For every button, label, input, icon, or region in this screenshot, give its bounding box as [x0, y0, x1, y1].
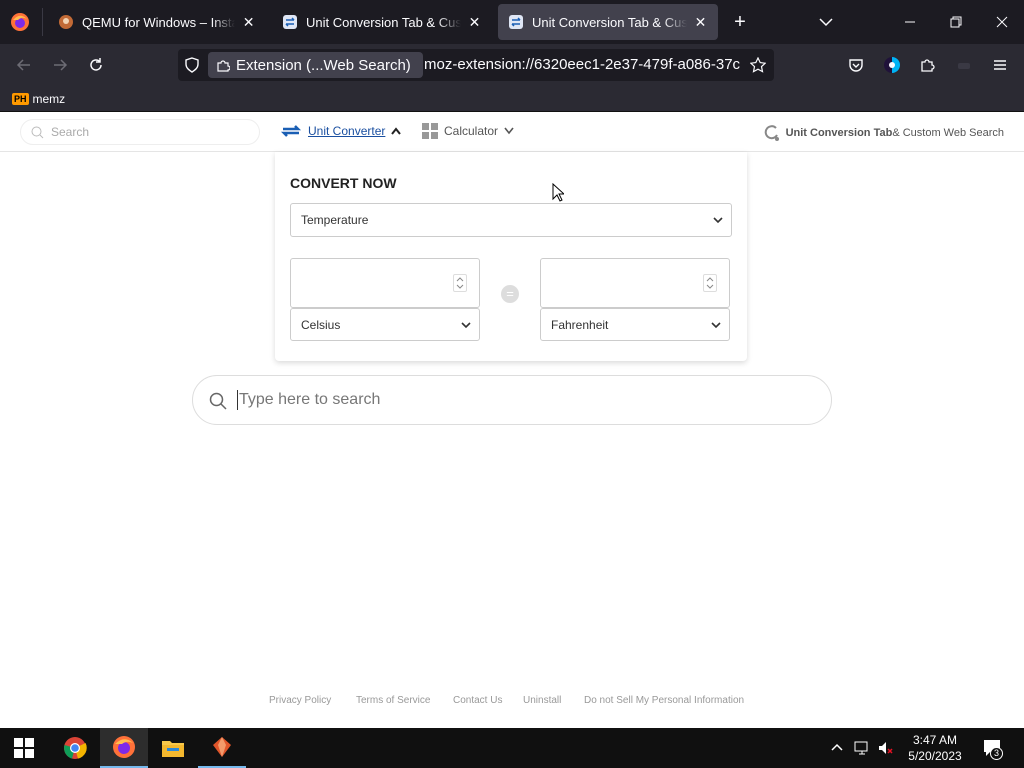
qemu-taskbar-icon[interactable]: [198, 728, 246, 768]
calculator-label: Calculator: [444, 124, 499, 138]
chevron-down-icon: [711, 318, 721, 332]
tab-unit-conversion-active[interactable]: Unit Conversion Tab & Custom ✕: [498, 4, 718, 40]
unit-conversion-favicon-icon: [282, 14, 298, 30]
tab-unit-conversion-1[interactable]: Unit Conversion Tab & Custom ✕: [272, 4, 492, 40]
from-unit-select[interactable]: Celsius: [290, 308, 480, 341]
pocket-icon[interactable]: [842, 51, 870, 79]
show-hidden-icons-chevron-icon[interactable]: [830, 740, 844, 759]
bookmark-memz[interactable]: PH memz: [12, 91, 65, 107]
chevron-down-icon: [713, 213, 723, 227]
tab-title: Unit Conversion Tab & Custom: [532, 14, 688, 30]
unit-conversion-favicon-icon: [508, 14, 524, 30]
close-icon[interactable]: ✕: [467, 14, 482, 31]
windows-taskbar: 3:47 AM 5/20/2023 3: [0, 728, 1024, 768]
privacy-policy-link[interactable]: Privacy Policy: [269, 695, 331, 706]
navigation-toolbar: Extension (...Web Search) moz-extension:…: [0, 44, 1024, 86]
brand-logo: Unit Conversion Tab & Custom Web Search: [764, 124, 1004, 142]
shield-icon[interactable]: [184, 57, 200, 73]
calculator-icon: [422, 123, 438, 139]
unit-converter-menu[interactable]: Unit Converter: [280, 122, 402, 140]
to-spinner[interactable]: [703, 274, 717, 292]
chrome-icon[interactable]: [51, 728, 99, 768]
unit-converter-label: Unit Converter: [308, 124, 386, 138]
time: 3:47 AM: [912, 733, 958, 747]
uninstall-link[interactable]: Uninstall: [523, 695, 561, 706]
close-window-icon[interactable]: [990, 10, 1014, 34]
firefox-taskbar-icon[interactable]: [100, 728, 148, 768]
web-search-input[interactable]: Type here to search: [192, 375, 832, 425]
network-icon[interactable]: [853, 740, 871, 761]
minimize-icon[interactable]: [898, 10, 922, 34]
date: 5/20/2023: [908, 749, 962, 763]
extension-puzzle-icon: [216, 58, 230, 72]
do-not-sell-link[interactable]: Do not Sell My Personal Information: [584, 695, 744, 706]
file-explorer-icon[interactable]: [149, 728, 197, 768]
identity-label: Extension (...Web Search): [236, 56, 411, 74]
search-icon: [31, 126, 44, 142]
brand-name-bold: Unit Conversion Tab: [785, 127, 893, 139]
notification-count-badge: 3: [990, 747, 1003, 760]
hamburger-menu-icon[interactable]: [986, 51, 1014, 79]
chevron-up-icon: [391, 127, 402, 135]
site-identity-button[interactable]: Extension (...Web Search): [208, 52, 423, 78]
forward-icon[interactable]: [46, 51, 74, 79]
category-value: Temperature: [301, 213, 369, 227]
volume-muted-icon[interactable]: [877, 740, 895, 761]
convert-arrows-icon: [280, 122, 302, 140]
brand-name-rest: & Custom Web Search: [892, 127, 1004, 139]
tab-separator: [42, 8, 43, 36]
chevron-down-icon: [461, 318, 471, 332]
terms-of-service-link[interactable]: Terms of Service: [356, 695, 430, 706]
search-placeholder: Type here to search: [239, 391, 381, 408]
tab-title: Unit Conversion Tab & Custom: [306, 14, 462, 30]
tab-bar: QEMU for Windows – Installe ✕ Unit Conve…: [0, 0, 1024, 44]
to-unit-value: Fahrenheit: [551, 317, 609, 332]
search-icon: [209, 392, 227, 415]
bookmark-label: memz: [32, 92, 66, 106]
new-tab-icon[interactable]: +: [728, 10, 752, 34]
from-spinner[interactable]: [453, 274, 467, 292]
contact-us-link[interactable]: Contact Us: [453, 695, 502, 706]
mouse-pointer-icon: [552, 182, 566, 207]
text-caret: [237, 390, 238, 410]
url-bar[interactable]: Extension (...Web Search) moz-extension:…: [178, 49, 774, 81]
converter-card: CONVERT NOW Temperature = Celsius Fahren…: [275, 152, 747, 361]
close-icon[interactable]: ✕: [241, 14, 256, 31]
converter-title: CONVERT NOW: [290, 175, 397, 191]
tab-title: QEMU for Windows – Installe: [82, 14, 236, 30]
chevron-down-icon: [504, 127, 514, 135]
header-search-placeholder: Search: [51, 125, 90, 139]
category-select[interactable]: Temperature: [290, 203, 732, 237]
to-value-input[interactable]: [540, 258, 730, 308]
header-search-input[interactable]: Search: [20, 119, 260, 145]
qemu-favicon-icon: [58, 14, 74, 30]
url-text[interactable]: moz-extension://6320eec1-2e37-479f-a086-…: [424, 56, 744, 73]
page-header: Search Unit Converter Calculator Unit Co…: [0, 112, 1024, 152]
back-icon[interactable]: [10, 51, 38, 79]
notifications-icon[interactable]: 3: [982, 738, 1004, 760]
ph-badge-icon: PH: [12, 93, 29, 105]
bookmark-star-icon[interactable]: [749, 56, 767, 73]
list-tabs-chevron-icon[interactable]: [814, 10, 838, 34]
calculator-menu[interactable]: Calculator: [422, 123, 514, 139]
clock[interactable]: 3:47 AM 5/20/2023: [904, 732, 966, 764]
tab-qemu[interactable]: QEMU for Windows – Installe ✕: [48, 4, 266, 40]
to-unit-select[interactable]: Fahrenheit: [540, 308, 730, 341]
bookmarks-toolbar: PH memz: [0, 86, 1024, 112]
from-unit-value: Celsius: [301, 317, 341, 332]
close-icon[interactable]: ✕: [693, 14, 708, 31]
brand-icon: [764, 124, 780, 142]
equals-icon: =: [501, 285, 519, 303]
extension-button-icon[interactable]: [950, 51, 978, 79]
reload-icon[interactable]: [82, 51, 110, 79]
extensions-icon[interactable]: [914, 51, 942, 79]
windows-start-icon[interactable]: [0, 728, 48, 768]
firefox-menu-icon[interactable]: [10, 12, 30, 32]
restore-icon[interactable]: [944, 10, 968, 34]
from-value-input[interactable]: [290, 258, 480, 308]
account-icon[interactable]: [878, 51, 906, 79]
